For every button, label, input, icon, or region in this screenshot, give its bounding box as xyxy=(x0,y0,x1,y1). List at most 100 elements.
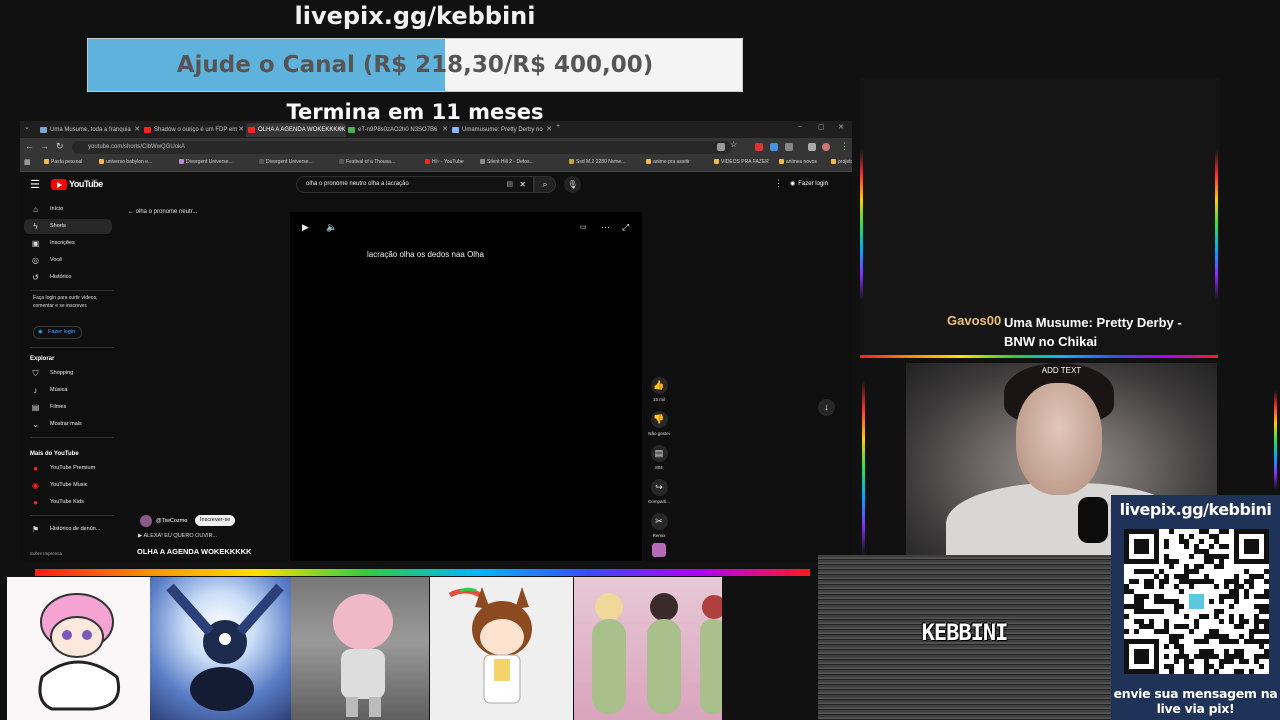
bookmark-item[interactable]: Hi~ - YouTube xyxy=(425,159,464,165)
fullscreen-icon[interactable]: ⤢ xyxy=(622,222,629,233)
extensions-puzzle-icon[interactable] xyxy=(785,143,793,151)
volume-icon[interactable]: 🔈 xyxy=(326,222,337,233)
clear-search-icon[interactable]: ✕ xyxy=(519,177,526,192)
share-icon: ↪ xyxy=(650,479,668,496)
tab-title: Shadow o ouriço é um FDP em xyxy=(154,127,238,133)
bookmark-folder-icon xyxy=(259,159,264,164)
sidebar-item-shorts[interactable]: ϟ Shorts xyxy=(24,219,112,234)
sign-in-button[interactable]: ◉ Fazer login xyxy=(790,178,828,191)
hamburger-menu-icon[interactable]: ☰ xyxy=(30,178,40,191)
maximize-icon[interactable]: ▢ xyxy=(818,123,825,131)
address-bar[interactable]: youtube.com/shorts/ClbWwQGUokA xyxy=(72,141,732,154)
tab-search-icon[interactable]: ⌄ xyxy=(24,123,30,131)
settings-kebab-icon[interactable]: ⋮ xyxy=(774,178,783,189)
youtube-logo-icon[interactable] xyxy=(51,179,67,190)
sidebar-item-you[interactable]: ◎ Você xyxy=(24,253,112,268)
reload-icon[interactable]: ↻ xyxy=(56,141,64,152)
search-button[interactable]: ⌕ xyxy=(534,176,556,193)
subscribe-button[interactable]: Inscrever-se xyxy=(195,515,236,526)
microphone-icon: 🎙 xyxy=(567,180,578,189)
profile-avatar-icon[interactable] xyxy=(822,143,830,151)
bookmark-label: Hi~ - YouTube xyxy=(432,159,464,165)
forward-arrow-icon[interactable]: → xyxy=(40,141,49,151)
search-input[interactable]: olha o pronome neutro olha a lacração ▤ … xyxy=(296,176,534,193)
bookmark-item[interactable]: Ssd M.2 2280 Nvme... xyxy=(569,159,625,165)
channel-name[interactable]: @TiwCozmo xyxy=(156,518,187,524)
close-icon[interactable]: ✕ xyxy=(134,123,140,137)
sidebar-item-youtube-music[interactable]: ◉ YouTube Music xyxy=(24,478,112,493)
bookmark-item[interactable]: Festival of a Thousa... xyxy=(339,159,395,165)
bookmark-item[interactable]: animes novos xyxy=(779,159,817,165)
menu-kebab-icon[interactable]: ⋮ xyxy=(840,141,849,152)
back-arrow-icon: ← xyxy=(128,209,136,215)
tab-4[interactable]: Umamusume: Pretty Derby no ✕ xyxy=(450,123,554,137)
sidebar-item-subscriptions[interactable]: ▣ Inscrições xyxy=(24,236,112,251)
new-tab-button[interactable]: + xyxy=(556,123,560,130)
captions-icon[interactable]: ▭ xyxy=(580,223,587,231)
comments-button[interactable]: ▤ 804 xyxy=(646,445,672,470)
bookmark-star-icon[interactable]: ☆ xyxy=(730,140,737,149)
youtube-icon xyxy=(144,127,151,133)
share-button[interactable]: ↪ Comparti... xyxy=(646,479,672,504)
channel-avatar[interactable] xyxy=(140,515,152,527)
rainbow-edge xyxy=(862,380,865,555)
dislike-button[interactable]: 👎 Não gostei xyxy=(646,411,672,436)
tab-3[interactable]: eT-n9P8s0zAO2h0 N3SO7B6 ✕ xyxy=(346,123,450,137)
close-icon[interactable]: ✕ xyxy=(338,123,344,137)
bookmark-item[interactable]: projeto rpg xyxy=(831,159,852,165)
next-short-button[interactable]: ↓ xyxy=(818,399,835,416)
music-line[interactable]: ▶ ALEXA! EU QUERO OUVIR... xyxy=(138,533,217,539)
tab-0[interactable]: Uma Musume, toda a franquia ✕ xyxy=(38,123,142,137)
sidebar-item-youtube-premium[interactable]: ● YouTube Premium xyxy=(24,461,112,476)
like-button[interactable]: 👍 15 mil xyxy=(646,377,672,402)
tab-1[interactable]: Shadow o ouriço é um FDP em ✕ xyxy=(142,123,246,137)
cast-icon[interactable] xyxy=(717,143,725,151)
sidebar-item-youtube-kids[interactable]: ● YouTube Kids xyxy=(24,495,112,510)
tab-title: eT-n9P8s0zAO2h0 N3SO7B6 xyxy=(358,127,438,133)
bookmark-item[interactable]: Silent Hill 2 - Detos... xyxy=(480,159,534,165)
sidebar-item-report-history[interactable]: ⚑ Histórico de denún... xyxy=(24,522,112,537)
window-close-icon[interactable]: ✕ xyxy=(838,123,844,131)
sidepanel-icon[interactable] xyxy=(808,143,816,151)
sidebar-item-shopping[interactable]: ⛉ Shopping xyxy=(24,366,112,381)
sidebar-item-home[interactable]: ⌂ Início xyxy=(24,202,112,217)
livepix-url-banner: livepix.gg/kebbini xyxy=(294,2,536,30)
keyboard-icon[interactable]: ▤ xyxy=(506,177,513,192)
close-icon[interactable]: ✕ xyxy=(442,123,448,137)
sidebar-divider xyxy=(30,515,114,516)
apps-grid-icon[interactable]: ▦ xyxy=(24,158,31,166)
extension-icon[interactable] xyxy=(770,143,778,151)
sidebar-item-history[interactable]: ↺ Histórico xyxy=(24,270,112,285)
play-icon[interactable]: ▶ xyxy=(302,222,309,233)
static-name-panel: KEBBINI xyxy=(818,555,1111,720)
sidebar-sign-in-button[interactable]: ◉ Fazer login xyxy=(33,326,83,339)
shorts-video-player[interactable]: ▶ 🔈 ▭ ⋯ ⤢ lacração olha os dedos naa Olh… xyxy=(290,212,642,561)
sound-thumbnail[interactable] xyxy=(652,543,666,557)
remix-button[interactable]: ✂ Remix xyxy=(646,513,672,538)
bookmark-item[interactable]: VIDEOS PRA FAZER xyxy=(714,159,769,165)
sidebar-item-show-more[interactable]: ⌄ Mostrar mais xyxy=(24,417,112,432)
sidebar-item-music[interactable]: ♪ Música xyxy=(24,383,112,398)
bookmark-label: Divergent Universe... xyxy=(186,159,233,165)
tab-favicon xyxy=(348,127,355,133)
minimize-icon[interactable]: – xyxy=(798,123,802,130)
voice-search-button[interactable]: 🎙 xyxy=(564,176,581,193)
bookmark-item[interactable]: Divergent Universe... xyxy=(179,159,233,165)
extension-icon[interactable] xyxy=(755,143,763,151)
close-icon[interactable]: ✕ xyxy=(546,123,552,137)
more-options-icon[interactable]: ⋯ xyxy=(601,222,610,233)
back-to-search-link[interactable]: ← olha o pronome neutr... xyxy=(128,209,197,215)
bookmark-item[interactable]: universo babylon e... xyxy=(99,159,152,165)
tab-2-active[interactable]: OLHA A AGENDA WOKEKKKKK ✕ xyxy=(246,123,346,137)
bookmark-item[interactable]: anime pra assitir xyxy=(646,159,690,165)
bookmark-item[interactable]: Divergent Universe... xyxy=(259,159,313,165)
sidebar-item-label: YouTube Premium xyxy=(50,465,96,471)
bookmark-item[interactable]: Pasta pessoal xyxy=(44,159,82,165)
sidebar-divider xyxy=(30,290,114,291)
back-arrow-icon[interactable]: ← xyxy=(25,141,34,151)
close-icon[interactable]: ✕ xyxy=(238,123,244,137)
qr-code xyxy=(1124,529,1269,674)
sidebar-item-films[interactable]: ▤ Filmes xyxy=(24,400,112,415)
browser-window: ⌄ Uma Musume, toda a franquia ✕ Shadow o … xyxy=(20,121,852,561)
footer-links[interactable]: Sobre Imprensa xyxy=(30,551,62,556)
